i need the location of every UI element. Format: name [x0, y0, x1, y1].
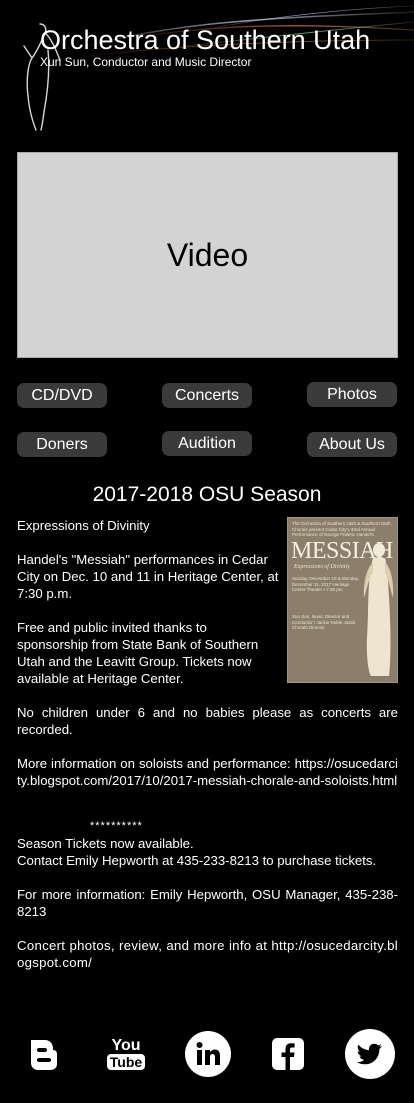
light-streaks-decoration: [59, 5, 414, 61]
nav-doners-button[interactable]: Doners: [17, 432, 107, 457]
nav-cd-dvd-button[interactable]: CD/DVD: [17, 383, 107, 408]
season-intro: Expressions of Divinity: [17, 518, 150, 533]
season-photos-info: Concert photos, review, and more info at…: [17, 938, 398, 970]
video-label: Video: [166, 236, 249, 273]
site-title: Orchestra of Southern Utah: [40, 25, 371, 55]
nav-about-us-button[interactable]: About Us: [307, 432, 397, 457]
season-title: 2017-2018 OSU Season: [92, 483, 322, 506]
season-contact: Contact Emily Hepworth at 435-233-8213 t…: [17, 853, 377, 868]
season-children-notice: No children under 6 and no babies please…: [17, 705, 398, 737]
twitter-icon[interactable]: [343, 1028, 397, 1080]
youtube-icon[interactable]: You Tube: [104, 1028, 148, 1080]
site-subtitle: Xun Sun, Conductor and Music Director: [40, 55, 252, 69]
site-header: Orchestra of Southern Utah Xun Sun, Cond…: [0, 0, 414, 140]
season-content: Expressions of Divinity Handel's "Messia…: [17, 517, 398, 971]
linkedin-icon[interactable]: [183, 1028, 233, 1080]
season-separator-stars: **********: [90, 820, 143, 832]
season-manager-info: For more information: Emily Hepworth, OS…: [17, 887, 398, 919]
season-more-info: More information on soloists and perform…: [17, 756, 398, 788]
season-performances: Handel's "Messiah" performances in Cedar…: [17, 552, 279, 601]
nav-concerts-button[interactable]: Concerts: [162, 383, 252, 408]
season-tickets: Season Tickets now available.: [17, 836, 194, 851]
youtube-tube-text: Tube: [106, 1054, 146, 1070]
youtube-you-text: You: [111, 1037, 141, 1054]
nav-audition-button[interactable]: Audition: [162, 431, 252, 456]
video-placeholder[interactable]: Video: [17, 152, 398, 358]
season-sponsorship: Free and public invited thanks to sponso…: [17, 620, 259, 686]
blogger-icon[interactable]: [22, 1028, 66, 1080]
facebook-icon[interactable]: [267, 1028, 309, 1080]
nav-photos-button[interactable]: Photos: [307, 382, 397, 407]
